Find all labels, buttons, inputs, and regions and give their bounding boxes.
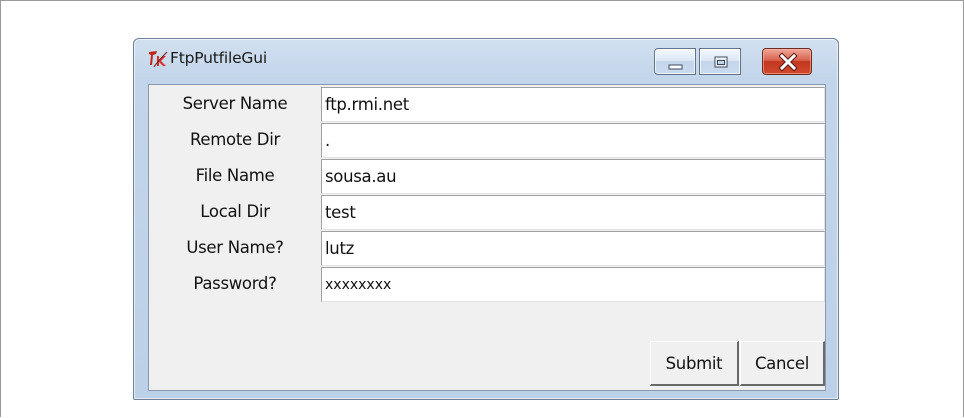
- form-row-user-name: User Name?: [149, 229, 825, 267]
- tk-feather-icon: [148, 50, 168, 68]
- app-window: FtpPutfileGui Server Name Remo: [133, 38, 839, 400]
- file-name-input[interactable]: [321, 159, 825, 194]
- title-bar[interactable]: FtpPutfileGui: [134, 39, 838, 79]
- user-name-input[interactable]: [321, 231, 825, 266]
- window-title: FtpPutfileGui: [170, 49, 267, 67]
- maximize-icon: [714, 56, 728, 68]
- local-dir-input[interactable]: [321, 195, 825, 230]
- minimize-button[interactable]: [654, 48, 696, 75]
- local-dir-label: Local Dir: [200, 202, 270, 221]
- form-row-password: Password?: [149, 265, 825, 303]
- form-row-remote-dir: Remote Dir: [149, 121, 825, 159]
- remote-dir-input[interactable]: [321, 123, 825, 158]
- submit-button[interactable]: Submit: [650, 341, 739, 386]
- password-input[interactable]: [321, 267, 825, 302]
- password-label: Password?: [193, 274, 277, 293]
- close-button[interactable]: [762, 48, 812, 75]
- form-row-server-name: Server Name: [149, 85, 825, 123]
- user-name-label: User Name?: [186, 238, 284, 257]
- server-name-input[interactable]: [321, 87, 825, 122]
- close-icon: [778, 52, 798, 72]
- server-name-label: Server Name: [182, 94, 288, 113]
- file-name-label: File Name: [195, 166, 275, 185]
- form-panel: Server Name Remote Dir File Name Local D…: [148, 84, 826, 391]
- cancel-button[interactable]: Cancel: [740, 341, 825, 386]
- form-row-file-name: File Name: [149, 157, 825, 195]
- form-row-local-dir: Local Dir: [149, 193, 825, 231]
- minimize-icon: [668, 64, 683, 70]
- maximize-button[interactable]: [699, 48, 741, 75]
- remote-dir-label: Remote Dir: [190, 130, 280, 149]
